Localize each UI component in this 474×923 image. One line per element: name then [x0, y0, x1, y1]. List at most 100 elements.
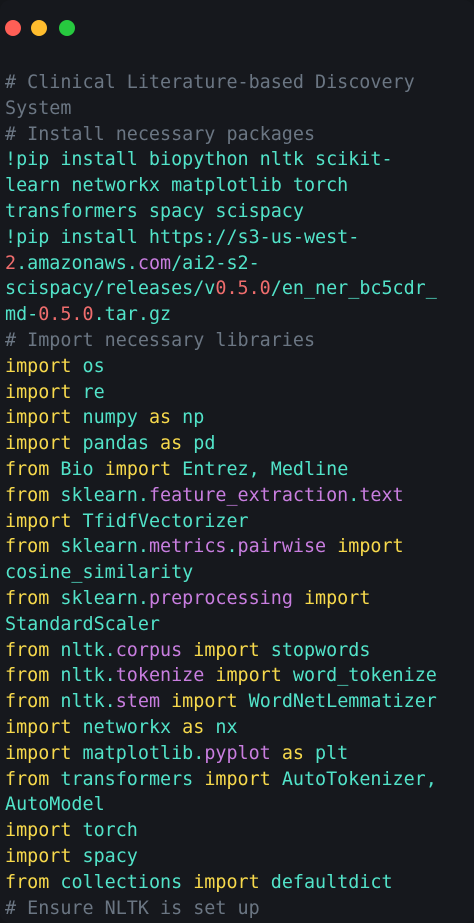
code-token-module: collections [49, 871, 194, 893]
code-token-keyword: import [292, 587, 371, 609]
code-token-keyword: import [193, 871, 260, 893]
code-line: # Clinical Literature-based Discovery [5, 70, 471, 96]
code-token-module: WordNetLemmatizer [237, 691, 437, 713]
code-token-keyword: from [5, 665, 50, 687]
code-token-keyword: from [5, 587, 50, 609]
code-line: import re [5, 380, 471, 406]
code-token-keyword: as [148, 407, 172, 429]
code-line: from sklearn.preprocessing import [5, 586, 471, 612]
code-token-module: /en_ner_bc5cdr_ [270, 278, 437, 300]
code-line: from transformers import AutoTokenizer, [5, 767, 471, 793]
code-token-module: torch [71, 820, 138, 842]
window-titlebar [0, 0, 474, 56]
code-token-module: md- [5, 304, 39, 326]
code-token-keyword: from [5, 768, 50, 790]
code-token-keyword: import [104, 458, 172, 480]
code-token-module: os [71, 355, 105, 377]
code-token-keyword: as [182, 716, 205, 738]
code-token-module: nltk. [49, 691, 116, 713]
code-token-module: stopwords [259, 639, 371, 661]
close-window-button[interactable] [5, 20, 21, 36]
code-line: AutoModel [5, 792, 471, 818]
code-token-keyword: import [182, 639, 260, 661]
code-line: import pandas as pd [5, 431, 471, 457]
code-token-module: StandardScaler [5, 613, 161, 635]
code-token-keyword: from [5, 691, 50, 713]
code-token-module: .amazonaws. [16, 252, 138, 274]
code-token-attr: preprocessing [148, 587, 293, 609]
code-token-keyword: as [160, 433, 183, 455]
code-token-module: Entrez, Medline [171, 458, 349, 480]
code-token-module: /ai2-s2- [171, 252, 260, 274]
code-token-attr: text [359, 484, 404, 506]
maximize-window-button[interactable] [59, 20, 75, 36]
code-token-keyword: import [5, 355, 72, 377]
code-line: md-0.5.0.tar.gz [5, 302, 471, 328]
code-line: # Import necessary libraries [5, 328, 471, 354]
code-line: import numpy as np [5, 405, 471, 431]
code-line: from nltk.tokenize import word_tokenize [5, 663, 471, 689]
code-token-module: !pip install biopython nltk scikit- [5, 149, 393, 171]
code-line: from Bio import Entrez, Medline [5, 457, 471, 483]
code-line: import torch [5, 818, 471, 844]
code-token-keyword: import [5, 742, 72, 764]
code-line: 2.amazonaws.com/ai2-s2- [5, 251, 471, 277]
code-token-module: sklearn. [49, 587, 149, 609]
code-token-attr: stem [115, 691, 161, 713]
code-token-module: AutoModel [5, 794, 105, 816]
code-token-number: 0.5.0 [38, 304, 94, 326]
code-token-module: scispacy/releases/v [5, 278, 216, 300]
code-token-module: plt [303, 742, 349, 764]
code-line: learn networkx matplotlib torch [5, 173, 471, 199]
code-token-attr: tokenize [115, 665, 205, 687]
code-line: import networkx as nx [5, 715, 471, 741]
code-token-keyword: import [5, 381, 72, 403]
code-block[interactable]: # Clinical Literature-based Discovery Sys… [5, 70, 471, 921]
code-line: import spacy [5, 844, 471, 870]
code-line: !pip install biopython nltk scikit- [5, 147, 471, 173]
code-token-module: numpy [71, 407, 149, 429]
code-line: # Ensure NLTK is set up [5, 896, 471, 922]
code-token-comment: # Ensure NLTK is set up [5, 897, 260, 919]
code-line: scispacy/releases/v0.5.0/en_ner_bc5cdr_ [5, 276, 471, 302]
code-line: import TfidfVectorizer [5, 509, 471, 535]
code-token-attr: corpus [115, 639, 183, 661]
code-line: transformers spacy scispacy [5, 199, 471, 225]
code-token-module: defaultdict [259, 871, 393, 893]
code-token-attr: feature_extraction [148, 484, 349, 506]
code-token-module: . [226, 536, 238, 558]
code-token-module: Bio [49, 458, 105, 480]
code-token-comment: # Install necessary packages [5, 123, 316, 145]
minimize-window-button[interactable] [31, 20, 47, 36]
code-line: cosine_similarity [5, 560, 471, 586]
code-token-module: .tar.gz [93, 304, 172, 326]
code-token-comment: # Clinical Literature-based Discovery [5, 72, 415, 93]
code-token-module: transformers spacy scispacy [5, 200, 304, 222]
code-token-keyword: import [326, 536, 404, 558]
code-token-attr: metrics [148, 536, 227, 558]
code-token-module: np [171, 407, 205, 429]
code-token-attr: pyplot [204, 742, 271, 764]
code-token-module: transformers [49, 768, 205, 790]
code-line: from nltk.corpus import stopwords [5, 638, 471, 664]
code-token-keyword: import [160, 691, 238, 713]
code-line: !pip install https://s3-us-west- [5, 225, 471, 251]
code-token-keyword: from [5, 484, 50, 506]
code-token-module: TfidfVectorizer [71, 510, 249, 532]
code-token-attr: pairwise [237, 536, 327, 558]
code-token-keyword: import [5, 845, 72, 867]
code-token-keyword: import [204, 665, 282, 687]
code-token-module: pd [182, 433, 216, 455]
code-token-module: !pip install https://s3-us-west- [5, 226, 360, 248]
code-token-attr: com [137, 252, 172, 274]
code-token-number: 0.5.0 [215, 278, 271, 300]
code-line: StandardScaler [5, 612, 471, 638]
code-token-keyword: import [5, 510, 72, 532]
code-line: import os [5, 354, 471, 380]
code-token-number: 2 [5, 252, 17, 274]
code-token-module: spacy [71, 845, 138, 867]
code-token-keyword: import [5, 433, 72, 455]
code-token-module: nx [204, 716, 238, 738]
code-token-module: sklearn. [49, 536, 149, 558]
code-token-keyword: from [5, 458, 50, 480]
